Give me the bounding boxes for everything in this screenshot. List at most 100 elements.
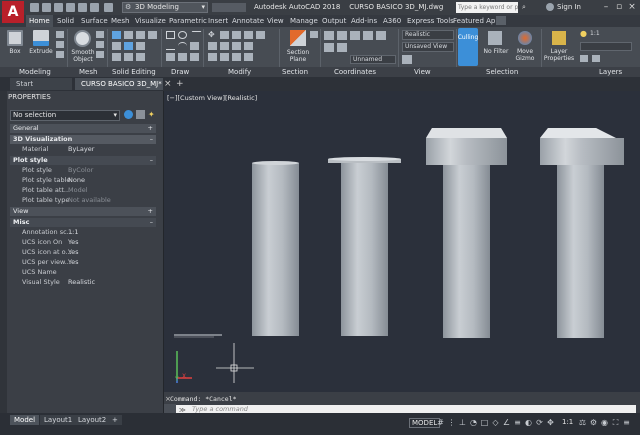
draw-tool-icon[interactable] [190, 53, 199, 61]
lineweight-icon[interactable]: ≡ [513, 418, 522, 427]
panel-label-modify[interactable]: Modify [228, 67, 251, 77]
section-plane-icon[interactable] [290, 30, 306, 46]
tab-start[interactable]: Start [10, 78, 72, 90]
modify-tool-icon[interactable] [244, 53, 253, 61]
maximize-button[interactable]: ▫ [613, 2, 625, 13]
chamfered-hex-bolt[interactable] [540, 128, 624, 338]
ucs-icon[interactable] [324, 31, 334, 40]
new-icon[interactable] [30, 3, 39, 12]
solid-tool-icon[interactable] [56, 41, 64, 48]
transparency-icon[interactable]: ◐ [524, 418, 533, 427]
palette-grip[interactable] [0, 91, 7, 413]
tab-insert[interactable]: Insert [205, 15, 231, 27]
modify-tool-icon[interactable] [208, 53, 217, 61]
tab-manage[interactable]: Manage [287, 15, 321, 27]
modify-tool-icon[interactable] [208, 42, 217, 50]
close-tab-icon[interactable]: × [164, 79, 172, 89]
solid-tool-icon[interactable] [56, 31, 64, 38]
selection-cycling-icon[interactable]: ⟳ [535, 418, 544, 427]
workspace-switch-icon[interactable]: ⚙ [589, 418, 598, 427]
solid-edit-icon[interactable] [112, 31, 121, 39]
fullscreen-icon[interactable]: ⛶ [611, 418, 620, 427]
section-3d-visualization[interactable]: 3D Visualization – [10, 135, 156, 144]
minimize-button[interactable]: – [600, 2, 612, 13]
section-plot-style[interactable]: Plot style – [10, 156, 156, 165]
mesh-tool-icon[interactable] [96, 51, 104, 58]
hex-bolt[interactable] [426, 128, 507, 338]
sign-in-link[interactable]: Sign In [557, 3, 581, 11]
command-options[interactable] [164, 404, 176, 413]
layer-tool-icon[interactable] [592, 55, 600, 62]
panel-label-coordinates[interactable]: Coordinates [334, 67, 376, 77]
grid-icon[interactable]: # [436, 418, 445, 427]
ucs-icon[interactable] [376, 31, 386, 40]
isolate-icon[interactable]: ◉ [600, 418, 609, 427]
3d-osnap-icon[interactable]: ◇ [491, 418, 500, 427]
modify-tool-icon[interactable] [220, 42, 229, 50]
customize-menu-icon[interactable]: ≡ [622, 418, 631, 427]
rectangle-icon[interactable] [166, 31, 175, 39]
section-view[interactable]: View + [10, 207, 156, 216]
modify-tool-icon[interactable] [232, 42, 241, 50]
property-row[interactable]: UCS Name [10, 268, 156, 277]
modify-tool-icon[interactable] [220, 53, 229, 61]
tab-drawing[interactable]: CURSO BASICO 3D_MJ* [75, 78, 163, 90]
visual-style-dropdown[interactable]: Realistic [402, 30, 454, 40]
layer-dropdown[interactable] [580, 42, 632, 51]
property-row[interactable]: UCS per view... Yes [10, 258, 156, 267]
layer-tool-icon[interactable] [580, 55, 588, 62]
viewport-controls[interactable]: [−][Custom View][Realistic] [167, 94, 257, 102]
viewport-icon[interactable] [402, 55, 412, 64]
solid-tool-icon[interactable] [56, 51, 64, 58]
modify-tool-icon[interactable] [244, 31, 253, 39]
tab-visualize[interactable]: Visualize [132, 15, 169, 27]
move-icon[interactable]: ✥ [208, 31, 217, 39]
ucs-icon[interactable] [337, 31, 347, 40]
selection-dropdown[interactable]: No selection ▾ [10, 110, 120, 121]
filter-icon[interactable] [488, 31, 502, 45]
solid-edit-icon[interactable] [112, 53, 121, 61]
extrude-icon[interactable] [33, 30, 49, 46]
modify-tool-icon[interactable] [220, 31, 229, 39]
section-tool-icon[interactable] [310, 31, 318, 38]
tab-express-tools[interactable]: Express Tools [404, 15, 457, 27]
property-row[interactable]: Material ByLayer [10, 145, 156, 154]
tab-layout2[interactable]: Layout2 [74, 415, 111, 425]
annotation-visibility-icon[interactable]: ⚖ [578, 418, 587, 427]
tab-add-ins[interactable]: Add-ins [348, 15, 380, 27]
section-general[interactable]: General + [10, 124, 156, 133]
solid-edit-icon[interactable] [124, 31, 133, 39]
solid-edit-icon[interactable] [148, 31, 157, 39]
solid-edit-icon[interactable] [124, 53, 133, 61]
share-bar[interactable] [212, 3, 246, 12]
named-view-dropdown[interactable]: Unsaved View [402, 42, 454, 52]
add-layout-button[interactable]: + [108, 415, 122, 425]
tab-surface[interactable]: Surface [78, 15, 111, 27]
ortho-icon[interactable]: ⊥ [458, 418, 467, 427]
modify-tool-icon[interactable] [244, 42, 253, 50]
draw-tool-icon[interactable] [166, 53, 175, 61]
section-misc[interactable]: Misc – [10, 218, 156, 227]
solid-edit-icon[interactable] [136, 31, 145, 39]
ucs-icon[interactable] [363, 31, 373, 40]
search-icon[interactable]: ⌕ [522, 3, 526, 12]
property-row[interactable]: UCS icon On Yes [10, 238, 156, 247]
panel-label-section[interactable]: Section [282, 67, 308, 77]
tab-parametric[interactable]: Parametric [166, 15, 210, 27]
property-row[interactable]: UCS icon at o... Yes [10, 248, 156, 257]
tab-annotate[interactable]: Annotate [229, 15, 267, 27]
ucs-icon[interactable] [324, 43, 334, 52]
property-row[interactable]: Visual Style Realistic [10, 278, 156, 287]
solid-edit-icon[interactable] [136, 53, 145, 61]
move-gizmo-icon[interactable] [518, 31, 532, 45]
panel-label-mesh[interactable]: Mesh [79, 67, 97, 77]
polyline-icon[interactable] [166, 42, 175, 50]
panel-label-layers[interactable]: Layers [599, 67, 622, 77]
ucs-icon[interactable] [337, 43, 347, 52]
ribbon-toggle-button[interactable] [496, 16, 506, 25]
tab-solid[interactable]: Solid [54, 15, 77, 27]
close-button[interactable]: × [626, 2, 638, 13]
panel-label-modeling[interactable]: Modeling [19, 67, 51, 77]
autocad-logo-button[interactable]: A [2, 1, 24, 23]
circle-icon[interactable] [178, 31, 187, 39]
